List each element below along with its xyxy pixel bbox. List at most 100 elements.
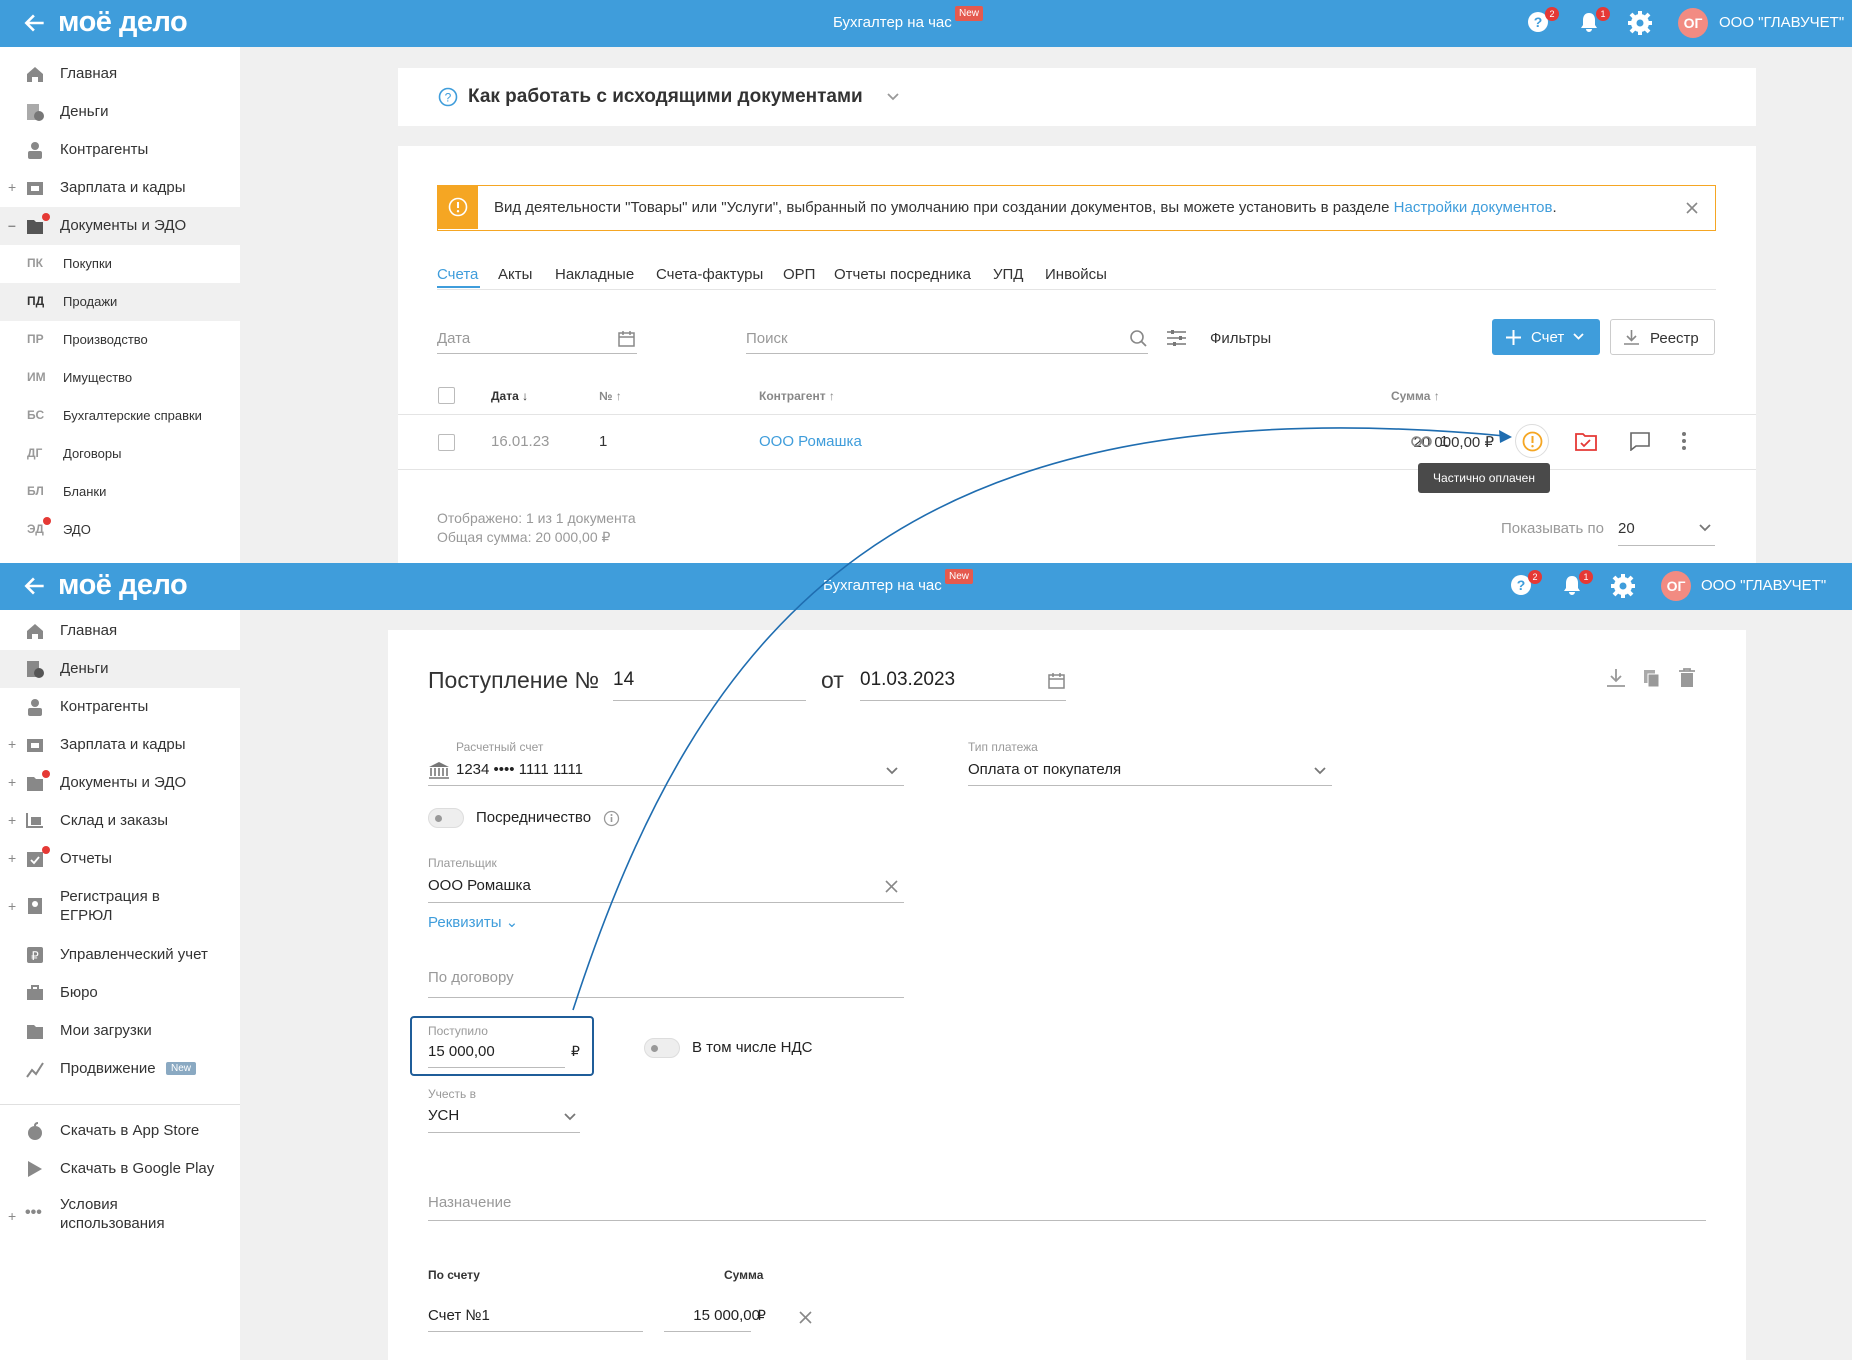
document-settings-link[interactable]: Настройки документов [1394, 199, 1553, 216]
account-select[interactable]: 1234 •••• 1111 1111 [456, 761, 583, 778]
row-number[interactable]: 1 [599, 433, 607, 450]
sidebar-item-salary[interactable]: + Зарплата и кадры [0, 169, 240, 207]
collapse-icon[interactable]: – [8, 217, 16, 233]
bell-icon[interactable]: 1 [1561, 570, 1593, 598]
sidebar-item-google-play[interactable]: Скачать в Google Play [0, 1150, 240, 1188]
org-name[interactable]: ООО "ГЛАВУЧЕТ" [1701, 577, 1826, 594]
registry-button[interactable]: Реестр [1610, 319, 1715, 355]
bell-icon[interactable]: 1 [1578, 7, 1610, 35]
expand-icon[interactable]: + [8, 736, 16, 752]
expand-icon[interactable]: + [8, 1208, 16, 1224]
sidebar-item-home[interactable]: Главная [0, 55, 240, 93]
download-icon[interactable] [1606, 668, 1626, 688]
requisites-link[interactable]: Реквизиты ⌄ [428, 913, 518, 931]
consult-link[interactable]: Бухгалтер на час New [833, 6, 984, 31]
tab-agent-reports[interactable]: Отчеты посредника [834, 266, 971, 283]
help-icon[interactable]: ? 2 [1510, 570, 1542, 598]
back-arrow-icon[interactable] [22, 10, 48, 36]
copy-icon[interactable] [1642, 668, 1662, 688]
sidebar-subitem-contracts[interactable]: ДГ Договоры [0, 435, 240, 473]
sidebar-item-contractors[interactable]: Контрагенты [0, 688, 240, 726]
folder-check-icon[interactable] [1575, 432, 1597, 451]
sidebar-item-terms[interactable]: + ••• Условия использования [0, 1194, 240, 1252]
sidebar-item-money[interactable]: Деньги [0, 650, 240, 688]
sidebar-item-money[interactable]: Деньги [0, 93, 240, 131]
gear-icon[interactable] [1611, 574, 1635, 598]
sidebar-subitem-production[interactable]: ПР Производство [0, 321, 240, 359]
org-name[interactable]: ООО "ГЛАВУЧЕТ" [1719, 14, 1844, 31]
purpose-placeholder[interactable]: Назначение [428, 1194, 511, 1211]
mediation-toggle[interactable] [428, 808, 464, 828]
row-contractor-link[interactable]: ООО Ромашка [759, 433, 862, 450]
tab-orp[interactable]: ОРП [783, 266, 815, 283]
sidebar-item-salary[interactable]: + Зарплата и кадры [0, 726, 240, 764]
logo[interactable]: моё дело [58, 569, 188, 602]
table-row[interactable]: 16.01.23 1 ООО Ромашка 20 000,00 ₽ 1 [398, 415, 1756, 468]
comment-icon[interactable] [1630, 432, 1650, 451]
calendar-icon[interactable] [617, 329, 636, 348]
account-in-select[interactable]: УСН [428, 1107, 459, 1124]
vat-toggle[interactable] [644, 1038, 680, 1058]
expand-icon[interactable]: + [8, 774, 16, 790]
row-checkbox[interactable] [438, 434, 455, 451]
gear-icon[interactable] [1628, 11, 1652, 35]
payment-type-select[interactable]: Оплата от покупателя [968, 761, 1121, 778]
sidebar-item-app-store[interactable]: Скачать в App Store [0, 1112, 240, 1150]
avatar[interactable]: ОГ [1661, 571, 1691, 601]
sidebar-item-bureau[interactable]: Бюро [0, 974, 240, 1012]
date-input[interactable]: 01.03.2023 [860, 669, 955, 691]
tab-tax-invoices[interactable]: Счета-фактуры [656, 266, 763, 283]
avatar[interactable]: ОГ [1678, 8, 1708, 38]
row-link-count[interactable]: 1 [1440, 433, 1448, 450]
search-icon[interactable] [1129, 329, 1148, 348]
tab-invoices-foreign[interactable]: Инвойсы [1045, 266, 1107, 283]
sidebar-item-contractors[interactable]: Контрагенты [0, 131, 240, 169]
consult-link[interactable]: Бухгалтер на час New [823, 569, 974, 594]
filters-button[interactable]: Фильтры [1210, 330, 1271, 347]
sidebar-subitem-purchases[interactable]: ПК Покупки [0, 245, 240, 283]
sidebar-subitem-accounting-notes[interactable]: БС Бухгалтерские справки [0, 397, 240, 435]
header-contractor[interactable]: Контрагент ↑ [759, 389, 835, 403]
expand-icon[interactable]: + [8, 898, 16, 914]
expand-icon[interactable]: + [8, 850, 16, 866]
received-input[interactable]: 15 000,00 [428, 1043, 495, 1060]
help-icon[interactable]: ? 2 [1527, 7, 1559, 35]
header-number[interactable]: № ↑ [599, 389, 622, 403]
tab-acts[interactable]: Акты [498, 266, 532, 283]
more-vertical-icon[interactable] [1681, 431, 1687, 451]
chevron-down-icon[interactable] [564, 1113, 576, 1121]
help-card[interactable]: ? Как работать с исходящими документами [398, 68, 1756, 126]
sidebar-item-reports[interactable]: + Отчеты [0, 840, 240, 878]
chevron-down-icon[interactable] [1699, 524, 1711, 532]
number-input[interactable]: 14 [613, 669, 634, 691]
back-arrow-icon[interactable] [22, 573, 48, 599]
invoice-sum-input[interactable]: 15 000,00 [684, 1307, 760, 1324]
close-icon[interactable] [1685, 201, 1699, 215]
logo[interactable]: моё дело [58, 6, 188, 39]
calendar-icon[interactable] [1047, 671, 1066, 690]
sidebar-item-registration[interactable]: + Регистрация в ЕГРЮЛ [0, 878, 240, 936]
sidebar-item-documents[interactable]: – Документы и ЭДО [0, 207, 240, 245]
invoice-select[interactable]: Счет №1 [428, 1307, 490, 1324]
chevron-down-icon[interactable] [1314, 767, 1326, 775]
trash-icon[interactable] [1678, 667, 1696, 688]
sidebar-item-warehouse[interactable]: + Склад и заказы [0, 802, 240, 840]
expand-icon[interactable]: + [8, 812, 16, 828]
contract-placeholder[interactable]: По договору [428, 969, 514, 986]
expand-icon[interactable]: + [8, 179, 16, 195]
remove-row-icon[interactable] [799, 1311, 812, 1324]
info-icon[interactable] [603, 810, 620, 827]
header-date[interactable]: Дата ↓ [491, 389, 528, 403]
payer-input[interactable]: ООО Ромашка [428, 877, 531, 894]
sidebar-item-downloads[interactable]: Мои загрузки [0, 1012, 240, 1050]
per-page-value[interactable]: 20 [1618, 520, 1635, 537]
sidebar-subitem-property[interactable]: ИМ Имущество [0, 359, 240, 397]
tab-upd[interactable]: УПД [993, 266, 1023, 283]
sidebar-item-management[interactable]: ₽ Управленческий учет [0, 936, 240, 974]
sidebar-subitem-sales[interactable]: ПД Продажи [0, 283, 240, 321]
sidebar-subitem-forms[interactable]: БЛ Бланки [0, 473, 240, 511]
select-all-checkbox[interactable] [438, 387, 455, 404]
sidebar-subitem-edo[interactable]: ЭД ЭДО [0, 511, 240, 549]
header-sum[interactable]: Сумма ↑ [1391, 389, 1440, 403]
tab-waybills[interactable]: Накладные [555, 266, 634, 283]
